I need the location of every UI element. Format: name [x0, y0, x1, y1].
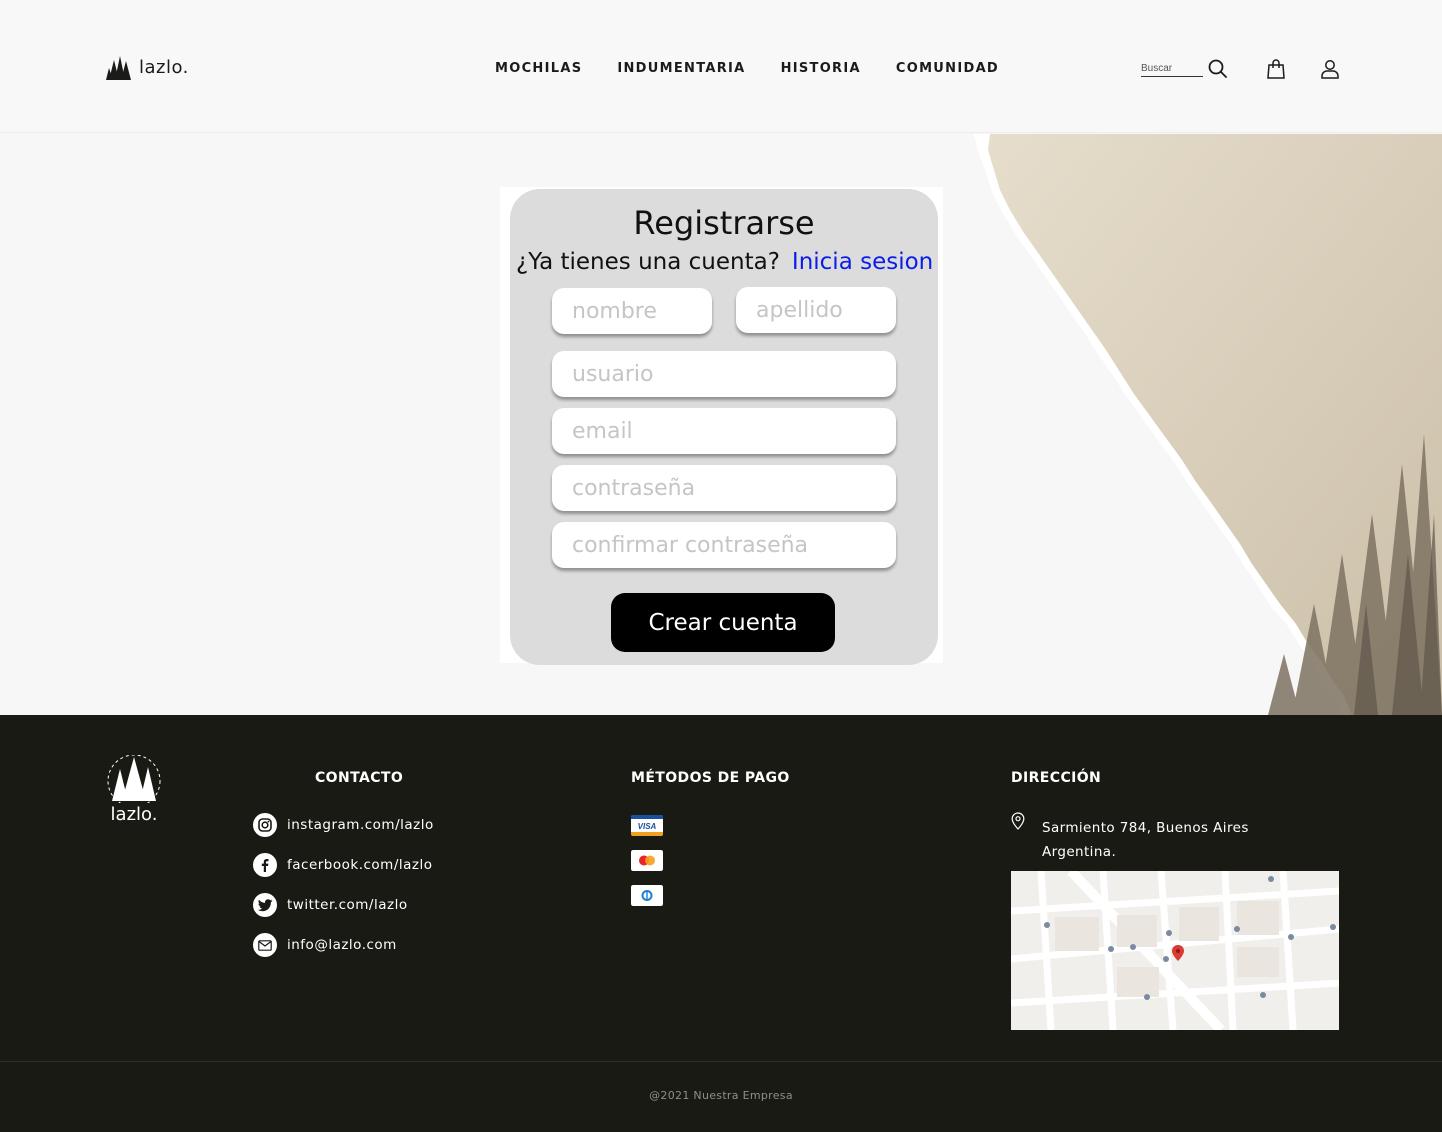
login-link[interactable]: Inicia sesion [792, 249, 933, 275]
usuario-input[interactable] [552, 351, 896, 397]
nombre-field [552, 288, 712, 334]
nombre-input[interactable] [552, 288, 712, 334]
search-box [1141, 58, 1203, 77]
contact-facebook[interactable]: facerbook.com/lazlo [253, 853, 434, 877]
footer-brand-name: lazlo. [110, 804, 158, 825]
have-account-line: ¿Ya tienes una cuenta? Inicia sesion [516, 249, 933, 275]
contact-email[interactable]: info@lazlo.com [253, 933, 434, 957]
shopping-bag-icon[interactable] [1264, 57, 1288, 81]
address-heading: DIRECCIÓN [1011, 770, 1102, 786]
site-header: lazlo. MOCHILAS INDUMENTARIA HISTORIA CO… [0, 0, 1442, 133]
search-icon[interactable] [1206, 57, 1230, 81]
footer-logo[interactable]: lazlo. [104, 754, 164, 825]
create-account-button[interactable]: Crear cuenta [611, 593, 835, 652]
nav-item-comunidad[interactable]: COMUNIDAD [896, 61, 999, 76]
contact-email-text: info@lazlo.com [287, 937, 397, 953]
register-card: Registrarse ¿Ya tienes una cuenta? Inicia… [510, 189, 938, 665]
mail-icon [253, 933, 277, 957]
pine-trees-icon [106, 56, 131, 80]
address-text: Sarmiento 784, Buenos Aires Argentina. [1042, 820, 1249, 860]
form-title: Registrarse [633, 204, 815, 242]
pine-trees-circle-icon [107, 754, 161, 808]
main-nav: MOCHILAS INDUMENTARIA HISTORIA COMUNIDAD [495, 61, 999, 76]
torn-paper-forest-illustration [974, 134, 1442, 715]
contact-twitter[interactable]: twitter.com/lazlo [253, 893, 434, 917]
location-pin-icon [1011, 812, 1025, 830]
search-input[interactable] [1141, 63, 1203, 74]
footer-divider [0, 1061, 1442, 1062]
contact-twitter-text: twitter.com/lazlo [287, 897, 408, 913]
have-account-text: ¿Ya tienes una cuenta? [516, 249, 780, 275]
email-input[interactable] [552, 408, 896, 454]
confirm-password-field [552, 522, 896, 568]
register-form-container: Registrarse ¿Ya tienes una cuenta? Inicia… [500, 187, 943, 665]
site-footer: lazlo. CONTACTO instagram.com/lazlo face… [0, 715, 1442, 1132]
apellido-field [736, 287, 896, 333]
location-map[interactable] [1011, 871, 1339, 1030]
password-field [552, 465, 896, 511]
email-field [552, 408, 896, 454]
facebook-icon [253, 853, 277, 877]
password-input[interactable] [552, 465, 896, 511]
main-content: Registrarse ¿Ya tienes una cuenta? Inicia… [0, 134, 1442, 715]
brand-logo[interactable]: lazlo. [105, 54, 189, 80]
payment-heading: MÉTODOS DE PAGO [631, 770, 790, 786]
mastercard-icon [631, 850, 663, 871]
visa-icon: VISA [631, 815, 663, 836]
twitter-icon [253, 893, 277, 917]
nav-item-mochilas[interactable]: MOCHILAS [495, 61, 582, 76]
apellido-input[interactable] [736, 287, 896, 333]
contact-instagram-text: instagram.com/lazlo [287, 817, 434, 833]
contact-instagram[interactable]: instagram.com/lazlo [253, 813, 434, 837]
user-icon[interactable] [1318, 57, 1342, 81]
confirm-password-input[interactable] [552, 522, 896, 568]
contact-heading: CONTACTO [315, 770, 404, 786]
instagram-icon [253, 813, 277, 837]
diners-icon [631, 885, 663, 906]
copyright-text: @2021 Nuestra Empresa [649, 1089, 793, 1102]
nav-item-indumentaria[interactable]: INDUMENTARIA [617, 61, 745, 76]
svg-text:VISA: VISA [638, 822, 657, 831]
contact-list: instagram.com/lazlo facerbook.com/lazlo … [253, 813, 434, 973]
usuario-field [552, 351, 896, 397]
brand-name: lazlo. [139, 56, 189, 78]
contact-facebook-text: facerbook.com/lazlo [287, 857, 433, 873]
nav-item-historia[interactable]: HISTORIA [781, 61, 861, 76]
